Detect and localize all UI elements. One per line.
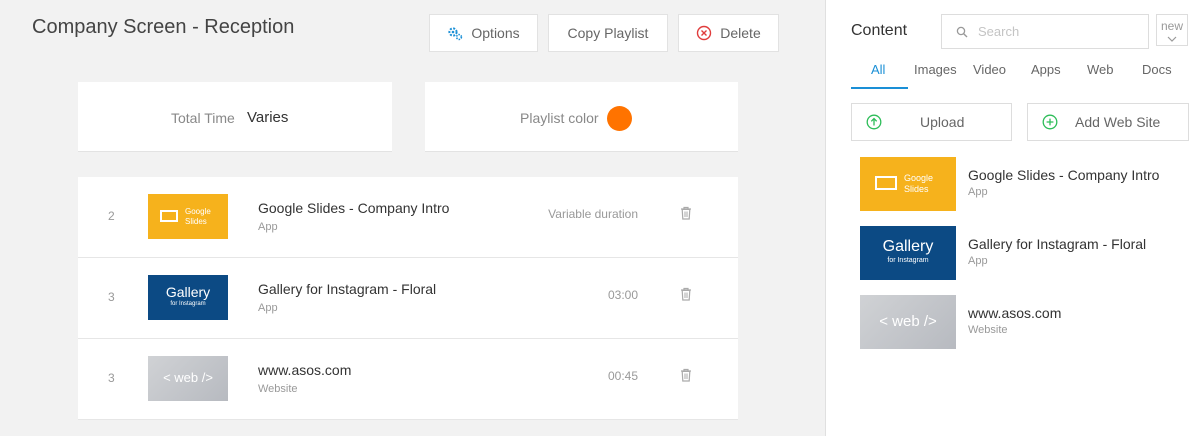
delete-circle-icon <box>697 25 712 41</box>
content-item-type: Website <box>968 324 1008 336</box>
content-item-type: App <box>968 255 988 267</box>
total-time-label: Total Time <box>171 110 235 126</box>
row-type: App <box>258 221 278 233</box>
tab-images[interactable]: Images <box>914 62 957 88</box>
playlist-color-card: Playlist color <box>425 82 738 152</box>
thumb-text: Google <box>185 207 211 216</box>
search-input[interactable] <box>978 24 1138 39</box>
row-title: www.asos.com <box>258 362 352 378</box>
search-icon <box>956 26 968 37</box>
tab-video[interactable]: Video <box>973 62 1006 88</box>
content-item-title: Google Slides - Company Intro <box>968 167 1160 183</box>
playlist-editor: Company Screen - Reception Options Copy … <box>0 0 825 436</box>
thumb-text: for Instagram <box>170 301 206 307</box>
tab-web[interactable]: Web <box>1087 62 1114 88</box>
add-web-site-button[interactable]: Add Web Site <box>1027 103 1189 141</box>
playlist-color-label: Playlist color <box>520 110 599 126</box>
total-time-value: Varies <box>247 109 289 126</box>
upload-button[interactable]: Upload <box>851 103 1012 141</box>
thumb-text: for Instagram <box>887 257 929 264</box>
trash-icon[interactable] <box>680 287 692 301</box>
copy-playlist-label: Copy Playlist <box>567 25 649 41</box>
content-title: Content <box>851 22 908 39</box>
thumb-text: < web /> <box>163 370 213 385</box>
gallery-thumbnail: Gallery for Instagram <box>860 226 956 280</box>
google-slides-thumbnail: Google Slides <box>148 194 228 239</box>
options-label: Options <box>471 25 520 41</box>
content-item[interactable]: Gallery for Instagram Gallery for Instag… <box>860 226 1180 281</box>
content-item-title: www.asos.com <box>968 305 1062 321</box>
thumb-text: Google <box>904 173 934 183</box>
plus-circle-icon <box>1042 114 1058 130</box>
active-tab-indicator <box>851 87 908 89</box>
search-box[interactable] <box>941 14 1149 49</box>
tab-all[interactable]: All <box>871 62 885 88</box>
copy-playlist-button[interactable]: Copy Playlist <box>548 14 668 52</box>
row-number: 2 <box>108 209 115 223</box>
content-sidebar: Content new All Images Video Apps Web Do… <box>825 0 1201 436</box>
row-number: 3 <box>108 371 115 385</box>
row-duration: 03:00 <box>607 288 638 302</box>
playlist-row[interactable]: 2 Google Slides Google Slides - Company … <box>78 177 738 258</box>
google-slides-thumbnail: Google Slides <box>860 157 956 211</box>
page-title: Company Screen - Reception <box>32 16 295 38</box>
gallery-thumbnail: Gallery for Instagram <box>148 275 228 320</box>
upload-label: Upload <box>920 114 965 130</box>
content-item-type: App <box>968 186 988 198</box>
content-item[interactable]: Google Slides Google Slides - Company In… <box>860 157 1180 212</box>
options-button[interactable]: Options <box>429 14 538 52</box>
slides-icon <box>875 176 897 190</box>
row-number: 3 <box>108 290 115 304</box>
row-type: Website <box>258 383 298 395</box>
delete-button[interactable]: Delete <box>678 14 779 52</box>
delete-label: Delete <box>720 25 761 41</box>
thumb-text: Gallery <box>165 284 211 300</box>
add-web-site-label: Add Web Site <box>1075 114 1161 130</box>
web-thumbnail: < web /> <box>148 356 228 401</box>
upload-icon <box>866 114 882 130</box>
row-title: Google Slides - Company Intro <box>258 200 450 216</box>
gear-icon <box>448 27 463 41</box>
playlist-color-swatch[interactable] <box>607 106 632 131</box>
thumb-text: < web /> <box>879 313 937 330</box>
playlist-row[interactable]: 3 < web /> www.asos.com Website 00:45 <box>78 339 738 420</box>
row-duration: 00:45 <box>607 369 638 383</box>
tab-apps[interactable]: Apps <box>1031 62 1061 88</box>
new-label: new <box>1160 19 1183 33</box>
content-tabs: All Images Video Apps Web Docs <box>851 62 1189 89</box>
thumb-text: Slides <box>904 184 929 194</box>
row-type: App <box>258 302 278 314</box>
trash-icon[interactable] <box>680 206 692 220</box>
thumb-text: Slides <box>185 217 207 226</box>
playlist-items: 2 Google Slides Google Slides - Company … <box>78 177 738 420</box>
total-time-card: Total Time Varies <box>78 82 392 152</box>
chevron-down-icon <box>1167 36 1177 42</box>
slides-icon <box>160 210 178 222</box>
row-duration: Variable duration <box>548 207 638 221</box>
new-button[interactable]: new <box>1156 14 1188 46</box>
trash-icon[interactable] <box>680 368 692 382</box>
content-item-title: Gallery for Instagram - Floral <box>968 236 1147 252</box>
web-thumbnail: < web /> <box>860 295 956 349</box>
playlist-row[interactable]: 3 Gallery for Instagram Gallery for Inst… <box>78 258 738 339</box>
thumb-text: Gallery <box>882 238 934 255</box>
tab-docs[interactable]: Docs <box>1142 62 1172 88</box>
content-item[interactable]: < web /> www.asos.com Website <box>860 295 1180 350</box>
row-title: Gallery for Instagram - Floral <box>258 281 437 297</box>
